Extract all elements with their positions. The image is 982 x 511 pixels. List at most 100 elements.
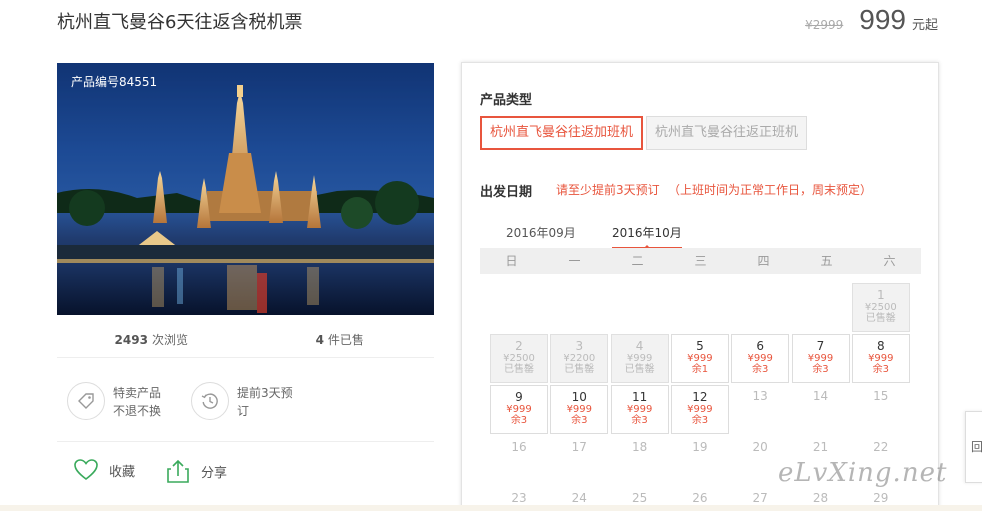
- day-price: ¥999: [868, 353, 894, 364]
- product-type-option-extra-flight[interactable]: 杭州直飞曼谷往返加班机: [480, 116, 644, 150]
- original-price: ¥2999: [805, 18, 844, 32]
- calendar-day-11[interactable]: 11 ¥999 余3: [610, 385, 669, 434]
- departure-date-label: 出发日期: [480, 185, 533, 200]
- day-number: 5: [696, 339, 704, 353]
- sold-count: 4: [315, 333, 324, 347]
- day-number: 7: [816, 339, 825, 353]
- day-price: ¥999: [626, 353, 653, 364]
- day-number: 15: [873, 389, 889, 403]
- day-price: ¥2200: [563, 353, 596, 364]
- booking-panel: 产品类型 杭州直飞曼谷往返加班机 杭州直飞曼谷往返正班机 出发日期 请至少提前3…: [461, 62, 939, 511]
- weekday-label: 六: [883, 254, 896, 268]
- calendar-day-7[interactable]: 7 ¥999 余3: [791, 334, 850, 383]
- day-number: 4: [635, 339, 644, 353]
- side-tab-button[interactable]: 回: [965, 411, 982, 483]
- day-price: ¥2500: [503, 353, 535, 364]
- weekday-label: 日: [505, 254, 518, 268]
- calendar-day-5[interactable]: 5 ¥999 余1: [670, 334, 729, 383]
- day-number: 22: [873, 440, 889, 454]
- day-status: 余3: [752, 364, 769, 375]
- calendar-day-16: 16: [490, 436, 548, 485]
- product-photo: 产品编号84551: [57, 63, 434, 315]
- calendar-day-14: 14: [792, 385, 850, 434]
- calendar-day-8[interactable]: 8 ¥999 余3: [851, 334, 910, 383]
- feature-line: 订: [237, 404, 250, 418]
- day-number: 20: [752, 440, 768, 454]
- day-number: 29: [873, 491, 889, 505]
- weekday-header: 日 一 二 三 四 五 六: [480, 248, 921, 274]
- day-status: 余3: [691, 415, 709, 426]
- calendar-day-19: 19: [671, 436, 729, 485]
- feature-advance-booking: 提前3天预 订: [191, 382, 293, 420]
- share-label: 分享: [201, 465, 228, 481]
- day-number: 2: [515, 339, 523, 353]
- day-number: 11: [631, 390, 648, 404]
- product-title: 杭州直飞曼谷6天往返含税机票: [57, 12, 303, 33]
- day-price: ¥999: [687, 404, 713, 415]
- day-price: ¥999: [747, 353, 773, 364]
- day-number: 25: [631, 491, 648, 505]
- current-price: 999: [859, 4, 906, 35]
- day-status: 余3: [510, 415, 528, 426]
- product-type-label: 产品类型: [480, 93, 533, 108]
- calendar-day-6[interactable]: 6 ¥999 余3: [731, 334, 790, 383]
- calendar-day-13: 13: [731, 385, 789, 434]
- price-area: ¥2999 999 元起: [805, 4, 938, 36]
- day-status: 已售罄: [564, 364, 595, 375]
- day-number: 16: [511, 440, 527, 454]
- product-stats: 2493 次浏览 4 件已售: [57, 322, 434, 358]
- calendar-day-4: 4 ¥999 已售罄: [610, 334, 669, 383]
- day-number: 13: [752, 389, 768, 403]
- month-tabs: 2016年09月 2016年10月: [480, 218, 920, 249]
- day-status: 余3: [571, 415, 588, 426]
- price-unit: 元起: [911, 18, 938, 33]
- feature-special-sale: 特卖产品 不退不换: [67, 382, 161, 420]
- share-button[interactable]: 分享: [165, 458, 227, 484]
- calendar-day-2: 2 ¥2500 已售罄: [490, 334, 548, 383]
- views-stat: 2493 次浏览: [57, 322, 246, 357]
- feature-row: 特卖产品 不退不换 提前3天预 订: [57, 360, 434, 442]
- day-number: 3: [575, 339, 584, 353]
- day-number: 1: [876, 288, 885, 302]
- calendar-day-3: 3 ¥2200 已售罄: [550, 334, 609, 383]
- day-number: 9: [515, 390, 523, 404]
- heart-icon: [74, 459, 98, 481]
- tab-month-september[interactable]: 2016年09月: [506, 224, 576, 247]
- calendar-day-12[interactable]: 12 ¥999 余3: [670, 385, 729, 434]
- day-number: 18: [631, 440, 648, 454]
- advance-booking-note: 请至少提前3天预订: [556, 183, 660, 197]
- favorite-label: 收藏: [109, 464, 136, 480]
- product-code: 产品编号84551: [71, 75, 158, 89]
- day-price: ¥999: [566, 404, 593, 415]
- day-number: 26: [692, 491, 708, 505]
- day-price: ¥2500: [864, 302, 897, 313]
- day-number: 21: [812, 440, 829, 454]
- calendar-day-15: 15: [852, 385, 910, 434]
- day-number: 23: [511, 491, 527, 505]
- day-status: 余3: [812, 364, 829, 375]
- favorite-button[interactable]: 收藏: [73, 458, 135, 482]
- day-status: 余3: [872, 364, 889, 375]
- product-type-option-regular-flight[interactable]: 杭州直飞曼谷往返正班机: [646, 116, 808, 150]
- weekday-label: 二: [631, 254, 644, 268]
- day-status: 已售罄: [624, 364, 655, 375]
- calendar-day-9[interactable]: 9 ¥999 余3: [490, 385, 548, 434]
- views-count: 2493: [114, 333, 148, 347]
- calendar-day-18: 18: [611, 436, 669, 485]
- calendar-day-10[interactable]: 10 ¥999 余3: [550, 385, 609, 434]
- tab-month-october[interactable]: 2016年10月: [612, 224, 682, 249]
- day-status: 已售罄: [865, 313, 896, 324]
- history-clock-icon: [191, 382, 229, 420]
- day-number: 28: [812, 491, 829, 505]
- day-number: 6: [756, 339, 764, 353]
- feature-line: 不退不换: [113, 404, 162, 418]
- day-number: 27: [752, 491, 768, 505]
- day-number: 10: [571, 390, 587, 404]
- day-number: 17: [571, 440, 587, 454]
- working-hours-note: （上班时间为正常工作日，周末预定）: [668, 183, 873, 197]
- feature-line: 特卖产品: [113, 386, 162, 400]
- day-price: ¥999: [687, 353, 713, 364]
- day-number: 19: [692, 440, 708, 454]
- side-tab-label: 回: [971, 440, 982, 454]
- weekday-label: 四: [757, 254, 770, 268]
